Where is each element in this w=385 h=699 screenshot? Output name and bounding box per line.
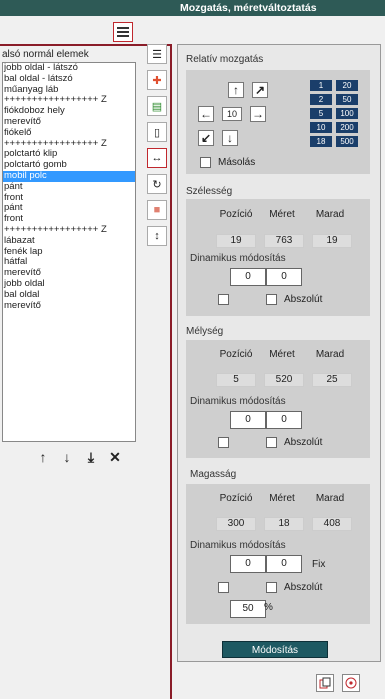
height-header-size: Méret bbox=[269, 493, 295, 504]
step-button[interactable]: 20 bbox=[336, 80, 358, 91]
height-dyn-label: Dinamikus módosítás bbox=[190, 540, 286, 551]
step-button[interactable]: 5 bbox=[310, 108, 332, 119]
arrow-left-icon[interactable]: ← bbox=[198, 106, 214, 122]
step-button[interactable]: 18 bbox=[310, 136, 332, 147]
tool-column: ☰ ✚ ▤ ▯ ↔ ↻ ■ ↕ bbox=[147, 44, 169, 252]
height-rem-value: 408 bbox=[312, 517, 352, 531]
arrow-up-icon[interactable]: ↑ bbox=[228, 82, 244, 98]
move-label: Relatív mozgatás bbox=[186, 54, 264, 65]
element-list[interactable]: jobb oldal - látszó bal oldal - látszó műa… bbox=[2, 62, 136, 442]
depth-abs-label: Abszolút bbox=[284, 437, 323, 448]
list-item[interactable]: lábazat bbox=[3, 235, 135, 247]
height-dyn-input-2[interactable]: 0 bbox=[266, 555, 302, 573]
step-button[interactable]: 50 bbox=[336, 94, 358, 105]
list-item[interactable]: bal oldal - látszó bbox=[3, 73, 135, 85]
height-dyn-input-1[interactable]: 0 bbox=[230, 555, 266, 573]
rotate-tool-icon[interactable]: ↻ bbox=[147, 174, 167, 194]
layers-tool-icon[interactable]: ▤ bbox=[147, 96, 167, 116]
height-header-pos: Pozíció bbox=[219, 493, 253, 504]
modify-button[interactable]: Módosítás bbox=[222, 641, 328, 658]
width-header-size: Méret bbox=[269, 209, 295, 220]
arrow-down-left-icon[interactable]: ↙ bbox=[198, 130, 214, 146]
width-checkbox[interactable] bbox=[218, 294, 229, 305]
depth-pos-value: 5 bbox=[216, 373, 256, 387]
width-pos-value: 19 bbox=[216, 234, 256, 248]
list-order-controls: ↑ ↓ ⤓ ✕ bbox=[34, 448, 124, 466]
step-button[interactable]: 100 bbox=[336, 108, 358, 119]
panel-tool-icon[interactable]: ▯ bbox=[147, 122, 167, 142]
move-up-icon[interactable]: ↑ bbox=[34, 448, 52, 466]
menu-icon bbox=[117, 27, 129, 37]
width-abs-label: Abszolút bbox=[284, 294, 323, 305]
width-dyn-input-1[interactable]: 0 bbox=[230, 268, 266, 286]
step-button[interactable]: 200 bbox=[336, 122, 358, 133]
height-label: Magasság bbox=[190, 469, 237, 480]
percent-sign: % bbox=[264, 602, 273, 613]
depth-header-pos: Pozíció bbox=[219, 349, 253, 360]
color-tool-icon[interactable]: ■ bbox=[147, 200, 167, 220]
copy-label: Másolás bbox=[218, 157, 256, 168]
width-rem-value: 19 bbox=[312, 234, 352, 248]
step-input[interactable]: 10 bbox=[222, 107, 242, 121]
depth-abs-checkbox[interactable] bbox=[266, 437, 277, 448]
height-checkbox[interactable] bbox=[218, 582, 229, 593]
remove-icon[interactable]: ✕ bbox=[106, 448, 124, 466]
width-abs-checkbox[interactable] bbox=[266, 294, 277, 305]
step-button[interactable]: 1 bbox=[310, 80, 332, 91]
width-header-pos: Pozíció bbox=[219, 209, 253, 220]
list-tool-icon[interactable]: ☰ bbox=[147, 44, 167, 64]
window-title: Mozgatás, méretváltoztatás bbox=[0, 0, 385, 16]
height-section bbox=[186, 484, 370, 624]
add-tool-icon[interactable]: ✚ bbox=[147, 70, 167, 90]
move-bottom-icon[interactable]: ⤓ bbox=[82, 448, 100, 466]
width-size-value: 763 bbox=[264, 234, 304, 248]
list-item[interactable]: merevítő bbox=[3, 300, 135, 312]
scale-tool-icon[interactable]: ↕ bbox=[147, 226, 167, 246]
height-pos-value: 300 bbox=[216, 517, 256, 531]
width-dyn-label: Dinamikus módosítás bbox=[190, 253, 286, 264]
depth-header-rem: Marad bbox=[315, 349, 345, 360]
width-label: Szélesség bbox=[186, 186, 233, 197]
arrow-down-icon[interactable]: ↓ bbox=[222, 130, 238, 146]
height-fix-label: Fix bbox=[312, 559, 326, 570]
step-button[interactable]: 10 bbox=[310, 122, 332, 133]
height-header-rem: Marad bbox=[315, 493, 345, 504]
depth-checkbox[interactable] bbox=[218, 437, 229, 448]
list-header: alsó normál elemek bbox=[2, 49, 89, 60]
width-dyn-input-2[interactable]: 0 bbox=[266, 268, 302, 286]
resize-tool-icon[interactable]: ↔ bbox=[147, 148, 167, 168]
list-item[interactable]: fiókelő bbox=[3, 127, 135, 139]
depth-dyn-input-1[interactable]: 0 bbox=[230, 411, 266, 429]
step-button[interactable]: 500 bbox=[336, 136, 358, 147]
depth-dyn-input-2[interactable]: 0 bbox=[266, 411, 302, 429]
height-percent-input[interactable]: 50 bbox=[230, 600, 266, 618]
menu-button[interactable] bbox=[113, 22, 133, 42]
depth-label: Mélység bbox=[186, 326, 224, 337]
depth-rem-value: 25 bbox=[312, 373, 352, 387]
arrow-up-right-icon[interactable]: ↗ bbox=[252, 82, 268, 98]
width-header-rem: Marad bbox=[315, 209, 345, 220]
target-icon[interactable] bbox=[342, 674, 360, 692]
list-item[interactable]: bal oldal bbox=[3, 289, 135, 301]
copy-checkbox[interactable] bbox=[200, 157, 211, 168]
step-button[interactable]: 2 bbox=[310, 94, 332, 105]
copy-icon[interactable] bbox=[316, 674, 334, 692]
move-down-icon[interactable]: ↓ bbox=[58, 448, 76, 466]
height-abs-label: Abszolút bbox=[284, 582, 323, 593]
list-item[interactable]: pánt bbox=[3, 181, 135, 193]
depth-dyn-label: Dinamikus módosítás bbox=[190, 396, 286, 407]
height-size-value: 18 bbox=[264, 517, 304, 531]
depth-size-value: 520 bbox=[264, 373, 304, 387]
height-abs-checkbox[interactable] bbox=[266, 582, 277, 593]
arrow-right-icon[interactable]: → bbox=[250, 106, 266, 122]
depth-header-size: Méret bbox=[269, 349, 295, 360]
